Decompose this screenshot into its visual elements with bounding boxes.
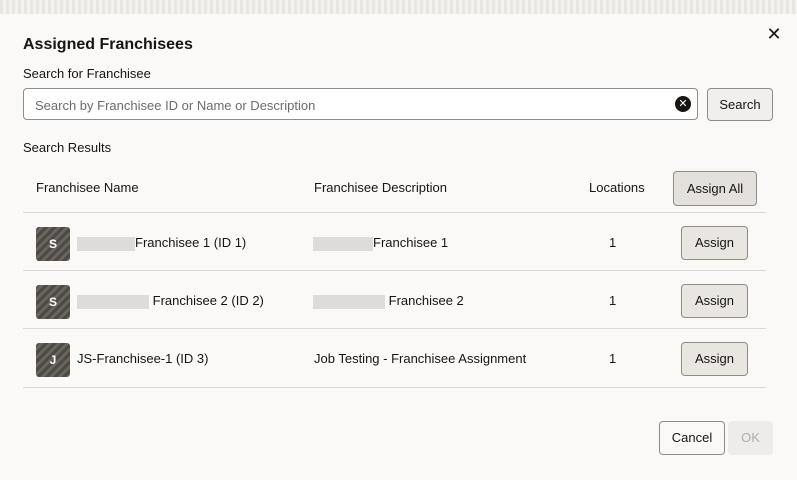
avatar: S (36, 285, 70, 319)
franchisee-name: JS-Franchisee-1 (ID 3) (77, 351, 209, 366)
close-icon[interactable]: ✕ (764, 24, 784, 44)
redacted-text (313, 236, 373, 251)
redacted-text (77, 236, 135, 251)
table-row: J JS-Franchisee-1 (ID 3) Job Testing - F… (23, 328, 766, 388)
franchisee-name: Franchisee 1 (ID 1) (135, 235, 247, 250)
assign-button[interactable]: Assign (681, 284, 748, 318)
cancel-button[interactable]: Cancel (659, 421, 725, 455)
search-button[interactable]: Search (707, 88, 773, 121)
column-header-description: Franchisee Description (314, 180, 447, 195)
search-input[interactable] (33, 89, 667, 121)
column-header-name: Franchisee Name (36, 180, 139, 195)
redacted-text (313, 294, 385, 309)
assign-button[interactable]: Assign (681, 226, 748, 260)
background-page-strip (0, 0, 797, 14)
dialog-title: Assigned Franchisees (23, 36, 193, 53)
column-header-locations: Locations (589, 180, 645, 195)
assign-button[interactable]: Assign (681, 342, 748, 376)
franchisee-description: Franchisee 2 (388, 293, 464, 308)
redacted-text (77, 294, 149, 309)
franchisee-description: Job Testing - Franchisee Assignment (314, 351, 527, 366)
clear-icon[interactable]: ✕ (675, 96, 691, 112)
franchisee-name: Franchisee 2 (ID 2) (152, 293, 264, 308)
assigned-franchisees-dialog: ✕ Assigned Franchisees Search for Franch… (0, 14, 797, 480)
search-field: ✕ (23, 88, 698, 121)
search-label: Search for Franchisee (23, 66, 151, 81)
avatar: J (36, 343, 70, 377)
table-row: S Franchisee 1 (ID 1) Franchisee 1 1 Ass… (23, 212, 766, 271)
franchisee-description: Franchisee 1 (373, 235, 449, 250)
table-row: S Franchisee 2 (ID 2) Franchisee 2 1 Ass… (23, 270, 766, 329)
assign-all-button[interactable]: Assign All (673, 171, 757, 206)
locations-count: 1 (609, 293, 617, 308)
locations-count: 1 (609, 235, 617, 250)
search-results-label: Search Results (23, 140, 112, 155)
avatar: S (36, 227, 70, 261)
ok-button[interactable]: OK (728, 421, 773, 455)
locations-count: 1 (609, 351, 617, 366)
